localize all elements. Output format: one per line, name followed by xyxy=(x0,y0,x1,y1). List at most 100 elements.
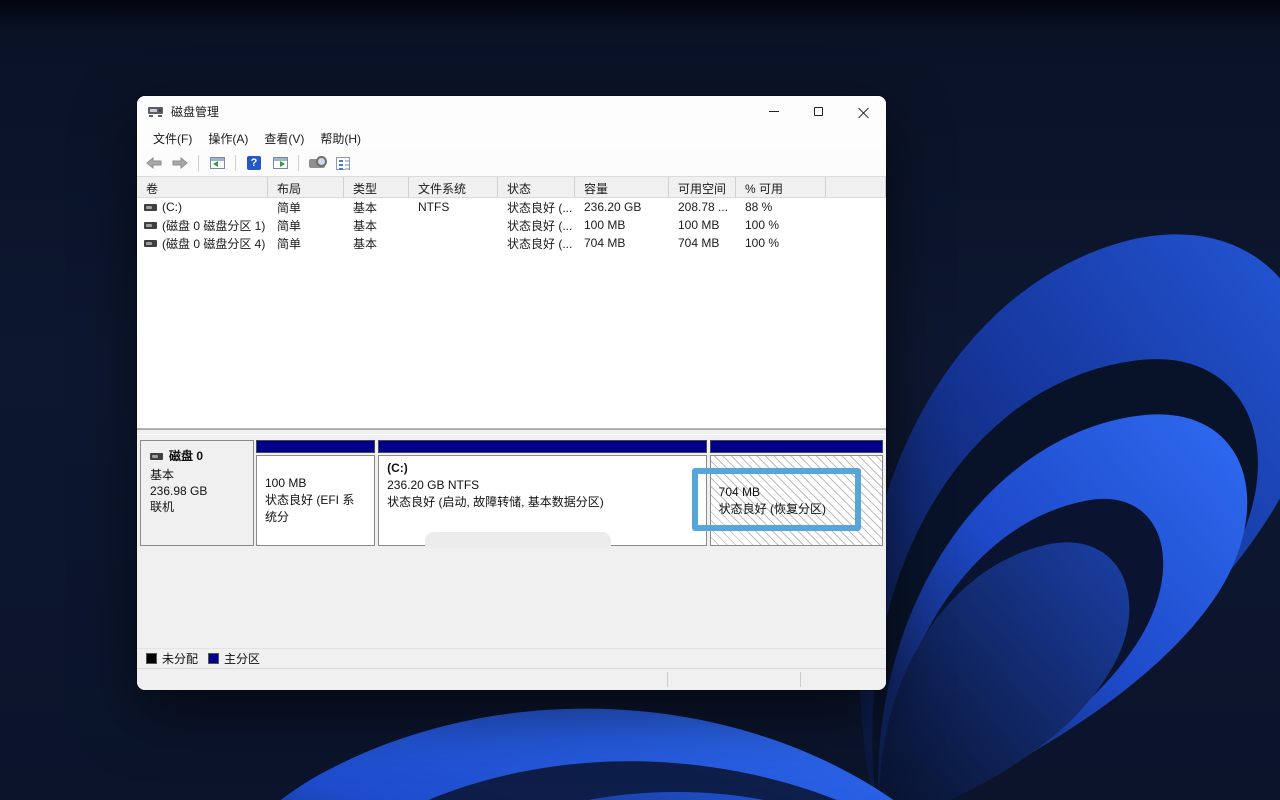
console-tree-icon xyxy=(210,157,225,169)
minimize-button[interactable] xyxy=(751,96,796,126)
legend-label: 未分配 xyxy=(162,650,198,667)
status-bar xyxy=(137,668,886,690)
partition-name: (C:) xyxy=(387,460,698,477)
help-button[interactable]: ? xyxy=(243,153,265,173)
partition-status: 状态良好 (EFI 系统分 xyxy=(265,492,366,526)
disk-management-app-icon xyxy=(147,105,164,118)
partition-size: 236.20 GB NTFS xyxy=(387,477,698,494)
disk-type: 基本 xyxy=(150,467,253,483)
back-arrow-icon xyxy=(146,157,162,169)
volume-row-c[interactable]: (C:) 简单 基本 NTFS 状态良好 (... 236.20 GB 208.… xyxy=(137,198,886,216)
col-type[interactable]: 类型 xyxy=(344,177,409,197)
disk-size: 236.98 GB xyxy=(150,483,253,499)
volume-pct-free: 88 % xyxy=(736,200,826,214)
partition-strip: 100 MB 状态良好 (EFI 系统分 (C:) 236.20 GB NTFS… xyxy=(256,440,883,546)
volume-free: 100 MB xyxy=(669,218,736,232)
volume-list-pane: 卷 布局 类型 文件系统 状态 容量 可用空间 % 可用 (C:) 简单 基本 … xyxy=(137,177,886,429)
volume-free: 208.78 ... xyxy=(669,200,736,214)
col-volume[interactable]: 卷 xyxy=(137,177,268,197)
volume-pct-free: 100 % xyxy=(736,218,826,232)
volume-type: 基本 xyxy=(344,235,409,252)
forward-arrow-icon xyxy=(172,157,188,169)
action-pane-icon xyxy=(273,157,288,169)
legend: 未分配 主分区 xyxy=(137,648,886,668)
close-button[interactable] xyxy=(841,96,886,126)
volume-fs: NTFS xyxy=(409,200,498,214)
volume-layout: 简单 xyxy=(268,199,344,216)
menu-file[interactable]: 文件(F) xyxy=(145,127,200,150)
partition-size: 704 MB xyxy=(719,484,874,501)
statusbar-separator xyxy=(800,672,801,687)
graphical-view-pane: 磁盘 0 基本 236.98 GB 联机 100 MB 状态良好 (EFI 系统… xyxy=(137,435,886,668)
unallocated-swatch-icon xyxy=(146,653,157,664)
volume-pct-free: 100 % xyxy=(736,236,826,250)
volume-name: (C:) xyxy=(162,200,182,214)
disk0-info-panel[interactable]: 磁盘 0 基本 236.98 GB 联机 xyxy=(140,440,254,546)
volume-row-partition1[interactable]: (磁盘 0 磁盘分区 1) 简单 基本 状态良好 (... 100 MB 100… xyxy=(137,216,886,234)
minimize-icon xyxy=(769,111,779,112)
col-pct-free[interactable]: % 可用 xyxy=(736,177,826,197)
checklist-icon xyxy=(336,157,350,170)
legend-unallocated: 未分配 xyxy=(146,650,198,667)
volume-layout: 简单 xyxy=(268,217,344,234)
volume-type: 基本 xyxy=(344,199,409,216)
forward-button[interactable] xyxy=(169,153,191,173)
toolbar-separator xyxy=(198,155,199,171)
volume-capacity: 100 MB xyxy=(575,218,669,232)
maximize-button[interactable] xyxy=(796,96,841,126)
back-button[interactable] xyxy=(143,153,165,173)
menu-view[interactable]: 查看(V) xyxy=(256,127,312,150)
disk-management-window: 磁盘管理 文件(F) 操作(A) 查看(V) 帮助(H) xyxy=(137,96,886,690)
volume-icon xyxy=(144,240,157,247)
tooltip-artifact xyxy=(425,532,611,548)
titlebar[interactable]: 磁盘管理 xyxy=(137,96,886,126)
toolbar-separator xyxy=(235,155,236,171)
toolbar-separator xyxy=(298,155,299,171)
volume-icon xyxy=(144,222,157,229)
action-pane-toggle-button[interactable] xyxy=(269,153,291,173)
col-filesystem[interactable]: 文件系统 xyxy=(409,177,498,197)
primary-partition-swatch-icon xyxy=(208,653,219,664)
disk-label: 磁盘 0 xyxy=(169,448,203,464)
window-title: 磁盘管理 xyxy=(171,103,219,120)
disk-icon xyxy=(150,453,163,460)
volume-table-header: 卷 布局 类型 文件系统 状态 容量 可用空间 % 可用 xyxy=(137,177,886,198)
volume-name: (磁盘 0 磁盘分区 1) xyxy=(162,217,265,234)
partition-status: 状态良好 (启动, 故障转储, 基本数据分区) xyxy=(387,494,698,511)
col-status[interactable]: 状态 xyxy=(498,177,575,197)
partition-efi[interactable]: 100 MB 状态良好 (EFI 系统分 xyxy=(256,440,375,546)
close-icon xyxy=(858,106,869,117)
statusbar-separator xyxy=(667,672,668,687)
menubar: 文件(F) 操作(A) 查看(V) 帮助(H) xyxy=(137,126,886,150)
disk0-row: 磁盘 0 基本 236.98 GB 联机 100 MB 状态良好 (EFI 系统… xyxy=(140,440,883,546)
partition-color-band xyxy=(378,440,707,453)
volume-row-partition4[interactable]: (磁盘 0 磁盘分区 4) 简单 基本 状态良好 (... 704 MB 704… xyxy=(137,234,886,252)
partition-color-band xyxy=(256,440,375,453)
volume-icon xyxy=(144,204,157,211)
checklist-button[interactable] xyxy=(332,153,354,173)
menu-action[interactable]: 操作(A) xyxy=(200,127,256,150)
volume-capacity: 236.20 GB xyxy=(575,200,669,214)
partition-c[interactable]: (C:) 236.20 GB NTFS 状态良好 (启动, 故障转储, 基本数据… xyxy=(378,440,707,546)
volume-status: 状态良好 (... xyxy=(498,199,575,216)
disk-tool-button[interactable] xyxy=(306,153,328,173)
volume-capacity: 704 MB xyxy=(575,236,669,250)
volume-type: 基本 xyxy=(344,217,409,234)
help-icon: ? xyxy=(247,156,261,170)
volume-status: 状态良好 (... xyxy=(498,217,575,234)
maximize-icon xyxy=(814,107,823,116)
partition-status: 状态良好 (恢复分区) xyxy=(719,501,874,518)
toolbar: ? xyxy=(137,150,886,177)
console-tree-toggle-button[interactable] xyxy=(206,153,228,173)
volume-status: 状态良好 (... xyxy=(498,235,575,252)
menu-help[interactable]: 帮助(H) xyxy=(312,127,369,150)
col-layout[interactable]: 布局 xyxy=(268,177,344,197)
legend-label: 主分区 xyxy=(224,650,260,667)
legend-primary-partition: 主分区 xyxy=(208,650,260,667)
volume-name: (磁盘 0 磁盘分区 4) xyxy=(162,235,265,252)
col-free-space[interactable]: 可用空间 xyxy=(669,177,736,197)
col-empty[interactable] xyxy=(826,177,886,197)
disk-tool-icon xyxy=(309,159,325,168)
col-capacity[interactable]: 容量 xyxy=(575,177,669,197)
partition-recovery[interactable]: 704 MB 状态良好 (恢复分区) xyxy=(710,440,883,546)
